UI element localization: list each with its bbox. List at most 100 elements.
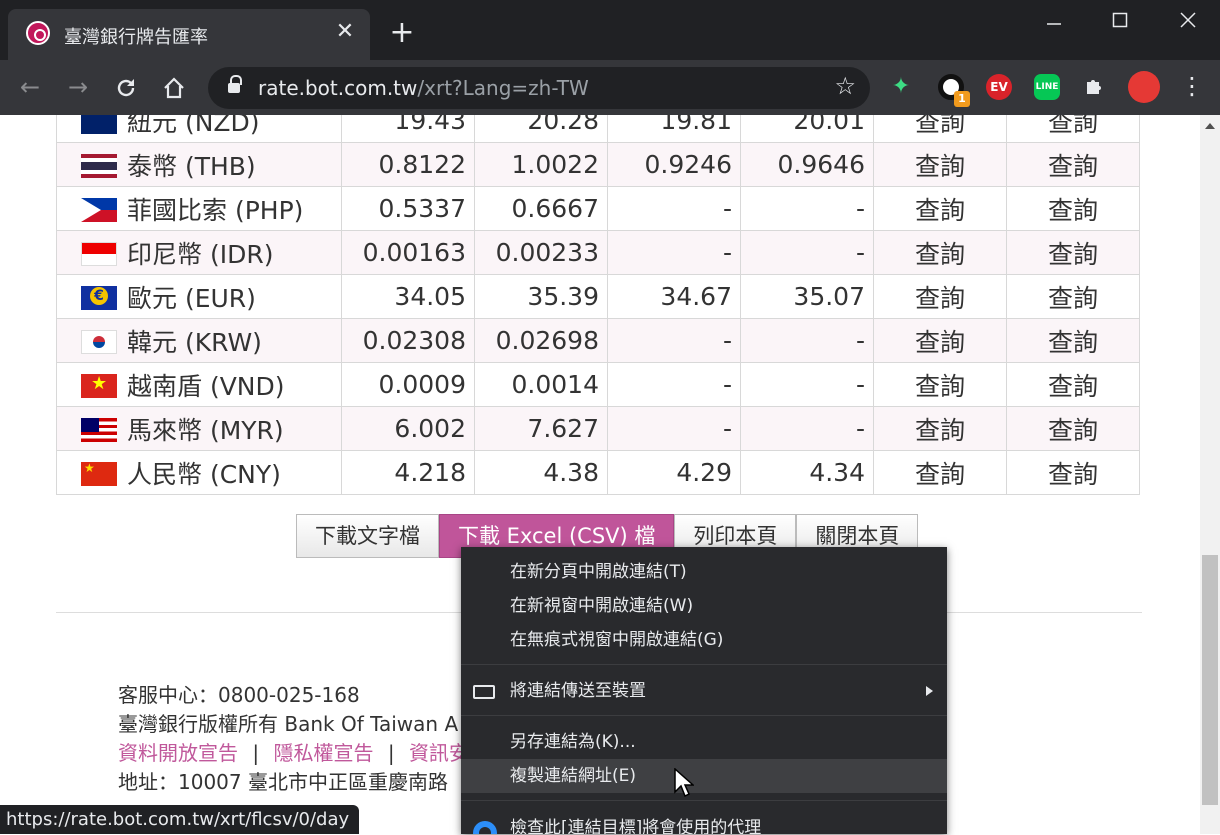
- info-security-link[interactable]: 資訊安: [409, 741, 469, 765]
- service-hotline: 客服中心：0800-025-168: [118, 683, 360, 707]
- close-window-icon[interactable]: [1168, 6, 1208, 34]
- active-tab[interactable]: 臺灣銀行牌告匯率 ✕: [8, 9, 370, 60]
- menu-inspect-proxy[interactable]: 檢查此[連結目標]將會使用的代理: [461, 811, 947, 834]
- rate-value-v1: 0.5337: [341, 186, 475, 231]
- query-link-chart[interactable]: 查詢: [1006, 362, 1140, 407]
- query-link-history[interactable]: 查詢: [873, 362, 1007, 407]
- lock-icon[interactable]: [228, 75, 242, 94]
- menu-open-new-window[interactable]: 在新視窗中開啟連結(W): [461, 589, 947, 623]
- rate-value-v3: -: [607, 186, 741, 231]
- query-link-chart[interactable]: 查詢: [1006, 274, 1140, 319]
- thb-flag-icon: [81, 153, 117, 178]
- query-link-history[interactable]: 查詢: [873, 318, 1007, 363]
- rate-value-v1: 0.00163: [341, 230, 475, 275]
- rate-value-v3: -: [607, 318, 741, 363]
- puzzle-extensions-icon[interactable]: [1082, 74, 1108, 100]
- currency-name: 韓元 (KRW): [127, 327, 262, 357]
- menu-open-new-tab[interactable]: 在新分頁中開啟連結(T): [461, 555, 947, 589]
- rate-value-v4: -: [740, 406, 874, 451]
- query-link-history[interactable]: 查詢: [873, 186, 1007, 231]
- currency-cell: 人民幣 (CNY): [56, 450, 342, 495]
- rate-value-v4: 4.34: [740, 450, 874, 495]
- download-text-button[interactable]: 下載文字檔: [296, 514, 439, 558]
- privacy-link[interactable]: 隱私權宣告: [273, 741, 373, 765]
- menu-open-incognito[interactable]: 在無痕式視窗中開啟連結(G): [461, 623, 947, 657]
- currency-cell: 印尼幣 (IDR): [56, 230, 342, 275]
- devices-icon: [473, 685, 495, 699]
- open-data-link[interactable]: 資料開放宣告: [118, 741, 238, 765]
- address-bar[interactable]: rate.bot.com.tw/xrt?Lang=zh-TW ☆: [208, 67, 870, 109]
- menu-send-to-device-label: 將連結傳送至裝置: [510, 681, 646, 701]
- rate-value-v3: -: [607, 406, 741, 451]
- rate-value-v1: 0.0009: [341, 362, 475, 407]
- ev-extension-icon[interactable]: EV: [986, 74, 1012, 100]
- cny-flag-icon: [81, 461, 117, 486]
- minimize-icon[interactable]: [1034, 6, 1074, 34]
- currency-name: 菲國比索 (PHP): [127, 195, 304, 225]
- profile-avatar[interactable]: [1128, 71, 1160, 103]
- menu-copy-link-address[interactable]: 複製連結網址(E): [461, 759, 947, 793]
- menu-separator: [461, 664, 947, 665]
- maximize-icon[interactable]: [1100, 6, 1140, 34]
- query-link-chart[interactable]: 查詢: [1006, 406, 1140, 451]
- rate-value-v2: 35.39: [474, 274, 608, 319]
- url-path: /xrt?Lang=zh-TW: [417, 76, 589, 100]
- bookmark-star-icon[interactable]: ☆: [834, 72, 856, 100]
- rate-value-v2: 0.6667: [474, 186, 608, 231]
- tab-close-icon[interactable]: ✕: [332, 19, 358, 45]
- query-link-chart[interactable]: 查詢: [1006, 318, 1140, 363]
- url-text[interactable]: rate.bot.com.tw/xrt?Lang=zh-TW: [258, 76, 589, 100]
- query-link-chart[interactable]: 查詢: [1006, 450, 1140, 495]
- chrome-menu-icon[interactable]: ⋮: [1180, 72, 1204, 100]
- rate-value-v1: 6.002: [341, 406, 475, 451]
- mouse-cursor-icon: [674, 768, 694, 798]
- rate-value-v2: 20.28: [474, 115, 608, 143]
- rate-value-v4: -: [740, 230, 874, 275]
- currency-name: 歐元 (EUR): [127, 283, 256, 313]
- menu-save-link-as[interactable]: 另存連結為(K)...: [461, 725, 947, 759]
- menu-inspect-proxy-label: 檢查此[連結目標]將會使用的代理: [510, 818, 762, 834]
- query-link-chart[interactable]: 查詢: [1006, 186, 1140, 231]
- query-link-history[interactable]: 查詢: [873, 142, 1007, 187]
- scroll-thumb[interactable]: [1202, 555, 1218, 805]
- line-extension-icon[interactable]: LINE: [1034, 74, 1060, 100]
- menu-separator: [461, 715, 947, 716]
- query-link-chart[interactable]: 查詢: [1006, 142, 1140, 187]
- tab-title: 臺灣銀行牌告匯率: [64, 27, 208, 48]
- forward-arrow-icon[interactable]: →: [62, 72, 94, 104]
- rate-value-v1: 0.02308: [341, 318, 475, 363]
- rate-value-v4: 20.01: [740, 115, 874, 143]
- currency-name: 泰幣 (THB): [127, 151, 256, 181]
- back-arrow-icon[interactable]: ←: [14, 72, 46, 104]
- rate-value-v2: 0.00233: [474, 230, 608, 275]
- rate-value-v4: -: [740, 362, 874, 407]
- scroll-up-arrow-icon[interactable]: [1205, 123, 1215, 129]
- currency-name: 馬來幣 (MYR): [127, 415, 284, 445]
- home-icon[interactable]: [158, 72, 190, 104]
- query-link-history[interactable]: 查詢: [873, 230, 1007, 275]
- query-link-history[interactable]: 查詢: [873, 406, 1007, 451]
- rate-value-v2: 4.38: [474, 450, 608, 495]
- query-link-history[interactable]: 查詢: [873, 450, 1007, 495]
- currency-cell: 韓元 (KRW): [56, 318, 342, 363]
- page-scrollbar[interactable]: [1200, 115, 1220, 834]
- currency-cell: 越南盾 (VND): [56, 362, 342, 407]
- query-link-history[interactable]: 查詢: [873, 274, 1007, 319]
- address-text: 地址：10007 臺北市中正區重慶南路: [118, 770, 448, 794]
- query-link-chart[interactable]: 查詢: [1006, 115, 1140, 143]
- currency-name: 人民幣 (CNY): [127, 459, 281, 489]
- currency-cell: 菲國比索 (PHP): [56, 186, 342, 231]
- browser-toolbar: ← → rate.bot.com.tw/xrt?Lang=zh-TW ☆ ✦ 1…: [0, 60, 1220, 115]
- new-tab-button[interactable]: +: [386, 18, 418, 50]
- browser-title-bar: 臺灣銀行牌告匯率 ✕ +: [0, 0, 1220, 60]
- rate-value-v3: 4.29: [607, 450, 741, 495]
- rate-value-v1: 4.218: [341, 450, 475, 495]
- rate-value-v3: 0.9246: [607, 142, 741, 187]
- dino-extension-icon[interactable]: ✦: [888, 74, 914, 100]
- query-link-history[interactable]: 查詢: [873, 115, 1007, 143]
- reload-icon[interactable]: [110, 72, 142, 104]
- menu-separator: [461, 800, 947, 801]
- nzd-flag-icon: [81, 115, 117, 134]
- menu-send-to-device[interactable]: 將連結傳送至裝置: [461, 674, 947, 708]
- query-link-chart[interactable]: 查詢: [1006, 230, 1140, 275]
